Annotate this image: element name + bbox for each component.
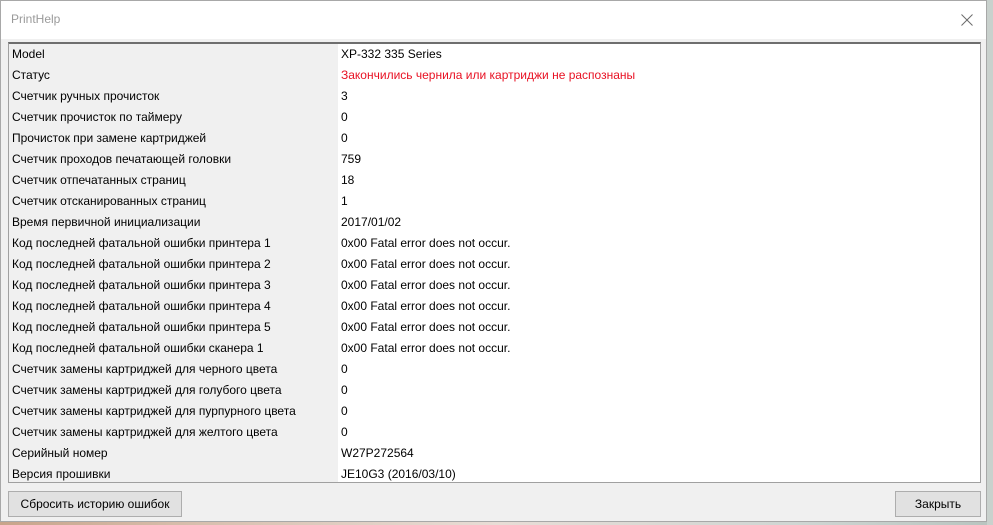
info-row[interactable]: Счетчик замены картриджей для черного цв… — [9, 359, 980, 380]
info-row[interactable]: Код последней фатальной ошибки принтера … — [9, 254, 980, 275]
info-row-model[interactable]: Model XP-332 335 Series — [9, 44, 980, 65]
close-button[interactable]: Закрыть — [895, 491, 981, 517]
info-value: 0 — [341, 362, 348, 376]
close-icon — [961, 14, 973, 26]
info-key: Счетчик прочисток по таймеру — [9, 107, 338, 128]
titlebar[interactable]: PrintHelp — [1, 1, 986, 39]
info-row[interactable]: Код последней фатальной ошибки принтера … — [9, 317, 980, 338]
info-value: 0 — [341, 110, 348, 124]
info-key: Счетчик замены картриджей для черного цв… — [9, 359, 338, 380]
info-value: 759 — [341, 152, 362, 166]
info-value: 0x00 Fatal error does not occur. — [341, 236, 511, 250]
info-key: Версия прошивки — [9, 464, 338, 482]
info-value: 0x00 Fatal error does not occur. — [341, 257, 511, 271]
info-row-status[interactable]: Статус Закончились чернила или картриджи… — [9, 65, 980, 86]
info-key: Время первичной инициализации — [9, 212, 338, 233]
info-value: 0x00 Fatal error does not occur. — [341, 320, 511, 334]
firmware-version-value: JE10G3 (2016/03/10) — [341, 467, 456, 481]
info-value: 0 — [341, 404, 348, 418]
info-key: Счетчик замены картриджей для пурпурного… — [9, 401, 338, 422]
desktop-edge — [987, 0, 993, 525]
info-value: 0 — [341, 425, 348, 439]
info-row[interactable]: Код последней фатальной ошибки сканера 1… — [9, 338, 980, 359]
info-row[interactable]: Код последней фатальной ошибки принтера … — [9, 275, 980, 296]
info-row[interactable]: Время первичной инициализации 2017/01/02 — [9, 212, 980, 233]
info-key: Счетчик отсканированных страниц — [9, 191, 338, 212]
serial-number-value: W27P272564 — [341, 446, 414, 460]
info-key: Счетчик замены картриджей для голубого ц… — [9, 380, 338, 401]
info-row[interactable]: Счетчик замены картриджей для пурпурного… — [9, 401, 980, 422]
info-key: Статус — [9, 65, 338, 86]
info-value: 0 — [341, 383, 348, 397]
info-value: 0x00 Fatal error does not occur. — [341, 299, 511, 313]
info-key: Код последней фатальной ошибки принтера … — [9, 317, 338, 338]
info-row[interactable]: Счетчик проходов печатающей головки 759 — [9, 149, 980, 170]
info-key: Серийный номер — [9, 443, 338, 464]
info-key: Счетчик ручных прочисток — [9, 86, 338, 107]
info-row[interactable]: Счетчик прочисток по таймеру 0 — [9, 107, 980, 128]
info-value: 0 — [341, 131, 348, 145]
info-key: Код последней фатальной ошибки принтера … — [9, 254, 338, 275]
info-value: 0x00 Fatal error does not occur. — [341, 341, 511, 355]
info-row[interactable]: Счетчик замены картриджей для желтого цв… — [9, 422, 980, 443]
info-value: 18 — [341, 173, 355, 187]
info-value: 2017/01/02 — [341, 215, 402, 229]
printhelp-dialog: PrintHelp Model XP-332 335 Series Статус… — [0, 0, 987, 522]
info-row[interactable]: Счетчик отпечатанных страниц 18 — [9, 170, 980, 191]
reset-error-history-button[interactable]: Сбросить историю ошибок — [8, 491, 182, 517]
info-key: Прочисток при замене картриджей — [9, 128, 338, 149]
info-key: Код последней фатальной ошибки принтера … — [9, 296, 338, 317]
info-value: 3 — [341, 89, 348, 103]
info-row-firmware[interactable]: Версия прошивки JE10G3 (2016/03/10) — [9, 464, 980, 482]
info-row-serial[interactable]: Серийный номер W27P272564 — [9, 443, 980, 464]
info-value: 0x00 Fatal error does not occur. — [341, 278, 511, 292]
info-row[interactable]: Счетчик ручных прочисток 3 — [9, 86, 980, 107]
info-value: XP-332 335 Series — [341, 47, 442, 61]
window-title: PrintHelp — [11, 12, 61, 26]
info-key: Код последней фатальной ошибки сканера 1 — [9, 338, 338, 359]
info-key: Счетчик проходов печатающей головки — [9, 149, 338, 170]
info-row[interactable]: Код последней фатальной ошибки принтера … — [9, 233, 980, 254]
printer-info-grid[interactable]: Model XP-332 335 Series Статус Закончили… — [8, 42, 981, 483]
status-value: Закончились чернила или картриджи не рас… — [341, 68, 636, 82]
info-key: Код последней фатальной ошибки принтера … — [9, 233, 338, 254]
window-close-button[interactable] — [952, 5, 982, 35]
info-key: Model — [9, 44, 338, 65]
info-key: Счетчик отпечатанных страниц — [9, 170, 338, 191]
info-value: 1 — [341, 194, 348, 208]
info-key: Счетчик замены картриджей для желтого цв… — [9, 422, 338, 443]
info-row[interactable]: Код последней фатальной ошибки принтера … — [9, 296, 980, 317]
info-row[interactable]: Прочисток при замене картриджей 0 — [9, 128, 980, 149]
info-key: Код последней фатальной ошибки принтера … — [9, 275, 338, 296]
info-row[interactable]: Счетчик отсканированных страниц 1 — [9, 191, 980, 212]
info-row[interactable]: Счетчик замены картриджей для голубого ц… — [9, 380, 980, 401]
